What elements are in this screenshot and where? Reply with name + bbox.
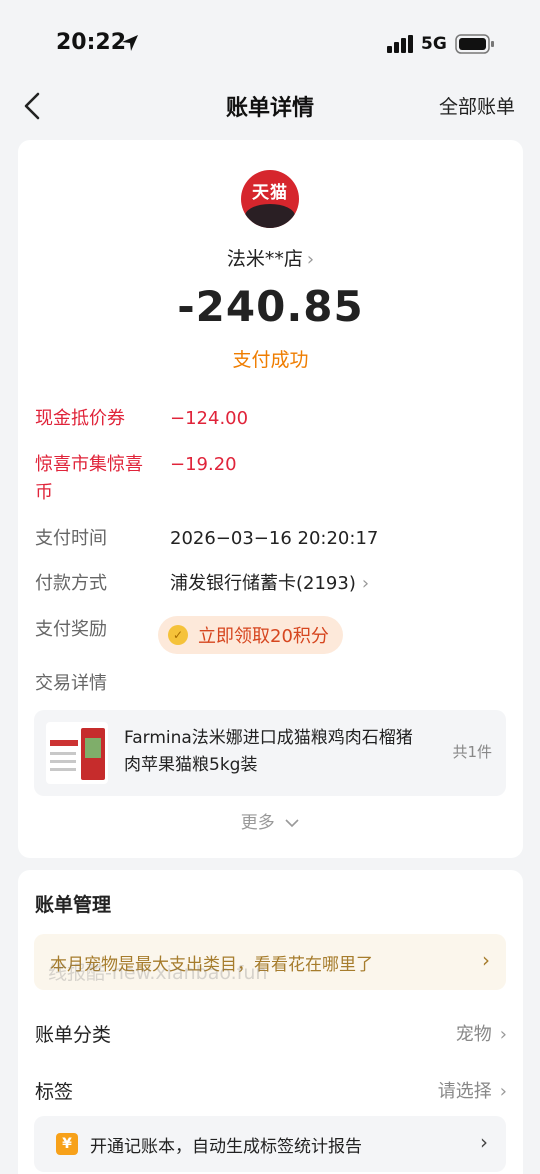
spending-tip-text: 本月宠物是最大支出类目，看看花在哪里了 [50,955,373,975]
cash-coupon-value: −124.00 [170,408,249,429]
product-item[interactable]: Farmina法米娜进口成猫粮鸡肉石榴猪肉苹果猫粮5kg装 共1件 [34,710,506,796]
tag-label: 标签 [35,1081,74,1103]
more-button[interactable]: 更多 [18,808,523,833]
more-label: 更多 [240,813,275,833]
chevron-down-icon [285,819,299,828]
tmall-logo: 天猫 [241,170,299,228]
payment-amount: -240.85 [177,282,364,331]
chevron-right-icon: › [480,1130,488,1154]
nav-bar: 账单详情 全部账单 [0,80,540,132]
all-bills-link[interactable]: 全部账单 [439,92,515,119]
network-type: 5G [421,34,447,54]
product-count: 共1件 [452,743,492,761]
chevron-right-icon: › [499,1024,507,1045]
thumb-package-label [85,738,101,758]
bill-category-selector[interactable]: 宠物 › [456,1020,507,1046]
thumb-line [50,752,76,755]
open-notebook-banner[interactable]: ¥ 开通记账本，自动生成标签统计报告 › [34,1116,506,1172]
pay-time-label: 支付时间 [35,528,107,549]
tmall-cat-face [245,204,295,228]
spending-tip-banner[interactable]: 本月宠物是最大支出类目，看看花在哪里了 › [34,934,506,990]
bill-detail-card: 天猫 法米**店 › -240.85 支付成功 现金抵价券 −124.00 惊喜市… [18,140,523,858]
status-bar: 20:22 5G [0,0,540,88]
trade-detail-label: 交易详情 [35,673,107,694]
merchant-name: 法米**店 [226,248,303,270]
chevron-right-icon: › [482,948,490,972]
bill-category-label: 账单分类 [35,1024,112,1046]
pay-method-label: 付款方式 [35,573,107,594]
tag-selector[interactable]: 请选择 › [438,1077,507,1103]
signal-bars-icon [387,35,413,53]
chevron-right-icon: › [499,1081,507,1102]
cash-coupon-label: 现金抵价券 [35,408,125,429]
coin-icon: ✓ [168,625,188,645]
open-notebook-text: 开通记账本，自动生成标签统计报告 [90,1137,362,1157]
product-name: Farmina法米娜进口成猫粮鸡肉石榴猪肉苹果猫粮5kg装 [124,728,413,775]
product-thumbnail [46,722,108,784]
tmall-logo-text: 天猫 [252,183,288,203]
tag-value: 请选择 [437,1081,492,1102]
thumb-header [50,740,78,746]
pay-reward-label: 支付奖励 [35,619,107,640]
claim-points-label: 立即领取20积分 [198,626,329,647]
section-title: 账单管理 [35,894,112,916]
thumb-line [50,768,76,771]
pay-time-value: 2026−03−16 20:20:17 [170,528,379,549]
surprise-coin-value: −19.20 [170,454,237,475]
status-time: 20:22 [56,30,127,55]
chevron-right-icon: › [306,249,315,270]
merchant-name-link[interactable]: 法米**店 › [18,244,523,271]
location-arrow-icon [122,35,138,51]
surprise-coin-label: 惊喜市集惊喜币 [35,454,143,503]
claim-points-button[interactable]: ✓ 立即领取20积分 [158,616,343,654]
battery-icon [455,34,494,54]
bill-management-card: 账单管理 本月宠物是最大支出类目，看看花在哪里了 › 线报酷-new.xianb… [18,870,523,1174]
pay-method-value: 浦发银行储蓄卡(2193) [170,573,356,594]
chevron-right-icon: › [361,573,370,594]
payment-status: 支付成功 [232,349,309,371]
pay-method-link[interactable]: 浦发银行储蓄卡(2193) › [170,570,369,598]
thumb-line [50,760,76,763]
notebook-yen-icon: ¥ [56,1133,78,1155]
bill-category-value: 宠物 [455,1024,492,1045]
